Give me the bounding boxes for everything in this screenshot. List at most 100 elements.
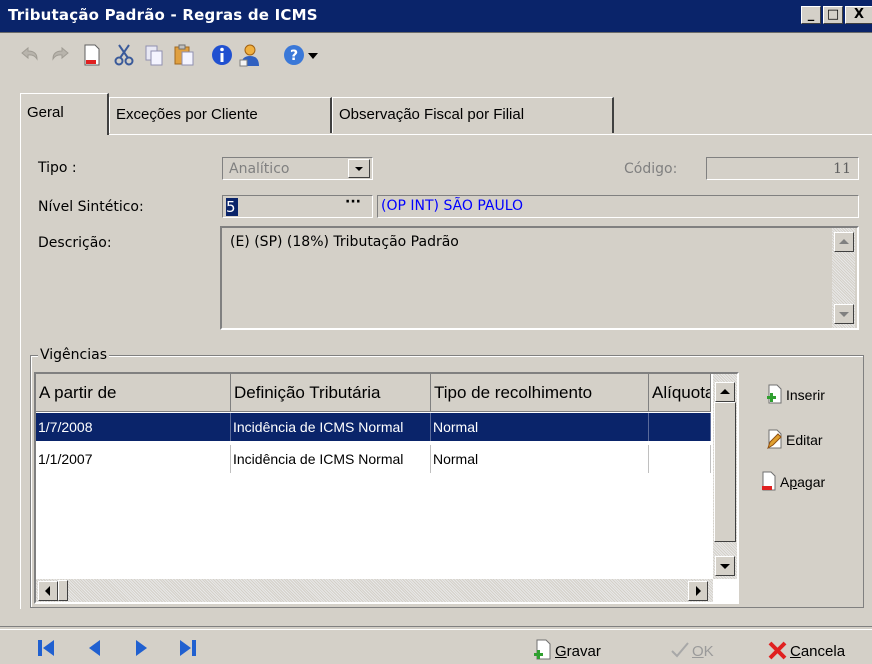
svg-text:?: ? [290,48,298,64]
descricao-scrollbar[interactable] [832,228,855,328]
arrow-down-icon [720,564,730,569]
dropdown-arrow-icon[interactable] [306,43,320,67]
redo-icon[interactable] [48,43,72,67]
column-header-a-partir-de[interactable]: A partir de [36,374,231,412]
codigo-field: 11 [706,157,859,180]
user-icon[interactable] [238,43,262,67]
cancela-label-c: C [790,643,801,660]
column-header-tipo-de-recolhimento[interactable]: Tipo de recolhimento [431,374,649,412]
gravar-button[interactable]: Gravar [531,638,601,662]
tab-observacao-fiscal-por-filial[interactable]: Observação Fiscal por Filial [332,97,614,133]
inserir-button[interactable]: Inserir [764,383,825,405]
info-icon[interactable] [210,43,234,67]
tipo-dropdown-button[interactable] [348,159,370,178]
column-header-definicao-tributaria[interactable]: Definição Tributária [231,374,431,412]
title-bar[interactable]: Tributação Padrão - Regras de ICMS _ □ X [0,0,872,33]
cell-a-partir-de: 1/7/2008 [36,413,231,441]
ok-label-o: O [692,643,704,660]
close-button[interactable]: X [845,6,872,24]
tab-label: Exceções por Cliente [116,106,258,123]
apagar-button[interactable]: Apagar [758,470,825,492]
close-icon: X [853,7,865,22]
nivel-sintetico-description: (OP INT) SÃO PAULO [377,195,859,218]
cancela-button[interactable]: Cancela [766,638,845,662]
grid-vertical-scrollbar[interactable] [713,374,737,579]
column-header-aliquota[interactable]: Alíquota [649,374,711,412]
arrow-down-icon [839,312,849,317]
cell-aliquota [649,445,711,473]
table-row[interactable]: 1/1/2007 Incidência de ICMS Normal Norma… [36,445,711,473]
toolbar: ? [0,33,872,77]
apagar-label-rest: agar [797,474,826,490]
copy-icon[interactable] [142,43,166,67]
nivel-desc-text: (OP INT) SÃO PAULO [381,198,524,214]
vigencias-legend: Vigências [38,347,109,363]
ok-label-rest: K [703,643,714,660]
descricao-value: (E) (SP) (18%) Tributação Padrão [230,234,459,250]
cell-aliquota [649,413,711,441]
first-record-icon[interactable] [35,637,57,659]
paste-icon[interactable] [172,43,196,67]
arrow-up-icon [839,239,849,244]
ellipsis-button[interactable]: ··· [345,194,361,210]
editar-button[interactable]: Editar [764,428,823,450]
column-header-label: Tipo de recolhimento [434,383,593,402]
column-header-label: A partir de [39,383,117,402]
tipo-value: Analítico [229,161,290,177]
maximize-icon: □ [826,7,840,22]
table-row[interactable]: 1/7/2008 Incidência de ICMS Normal Norma… [36,413,711,441]
cell-definicao: Incidência de ICMS Normal [231,413,431,441]
window-title: Tributação Padrão - Regras de ICMS [8,6,318,24]
arrow-up-icon [720,389,730,394]
undo-icon[interactable] [18,43,42,67]
codigo-label: Código: [624,161,678,177]
arrow-left-icon [45,586,50,596]
scroll-left-button[interactable] [38,581,58,601]
chevron-down-icon [355,167,363,171]
arrow-right-icon [696,586,701,596]
tab-excecoes-por-cliente[interactable]: Exceções por Cliente [109,97,332,133]
tab-label: Geral [27,104,64,121]
cell-a-partir-de: 1/1/2007 [36,445,231,473]
cut-icon[interactable] [112,43,136,67]
tipo-label: Tipo : [38,160,77,176]
scroll-thumb[interactable] [714,402,736,542]
edit-icon [767,429,782,450]
save-icon [534,639,551,660]
ok-button[interactable]: OK [668,638,714,662]
cell-tipo: Normal [431,413,649,441]
scroll-down-button[interactable] [715,556,735,576]
descricao-textarea[interactable]: (E) (SP) (18%) Tributação Padrão [220,226,859,330]
new-document-icon[interactable] [80,43,104,67]
h-scroll-thumb[interactable] [58,580,68,601]
tab-geral[interactable]: Geral [20,93,109,135]
scroll-up-button[interactable] [715,382,735,402]
check-icon [671,642,689,658]
nivel-sintetico-input[interactable]: 5 ··· [222,194,373,218]
insert-icon [767,384,782,404]
minimize-icon: _ [807,7,815,22]
cell-definicao: Incidência de ICMS Normal [231,445,431,473]
apagar-label-a: A [780,474,790,490]
minimize-button[interactable]: _ [801,6,821,24]
scroll-up-button[interactable] [834,232,854,252]
descricao-label: Descrição: [38,235,112,251]
gravar-label-rest: ravar [566,643,601,660]
help-icon[interactable]: ? [282,43,306,67]
cancel-x-icon [768,641,787,660]
nivel-sintetico-value: 5 [226,198,238,216]
grid-horizontal-scrollbar[interactable] [36,579,713,602]
last-record-icon[interactable] [177,637,199,659]
vigencias-grid[interactable]: A partir de Definição Tributária Tipo de… [34,372,739,604]
editar-label: Editar [786,432,823,448]
previous-record-icon[interactable] [84,637,106,659]
tipo-select[interactable]: Analítico [222,157,373,180]
codigo-value: 11 [833,161,851,177]
scroll-right-button[interactable] [688,581,708,601]
apagar-label-p: p [789,474,798,490]
next-record-icon[interactable] [130,637,152,659]
scroll-down-button[interactable] [834,304,854,324]
inserir-label: Inserir [786,387,825,403]
nivel-sintetico-label: Nível Sintético: [38,199,144,215]
maximize-button[interactable]: □ [823,6,843,24]
